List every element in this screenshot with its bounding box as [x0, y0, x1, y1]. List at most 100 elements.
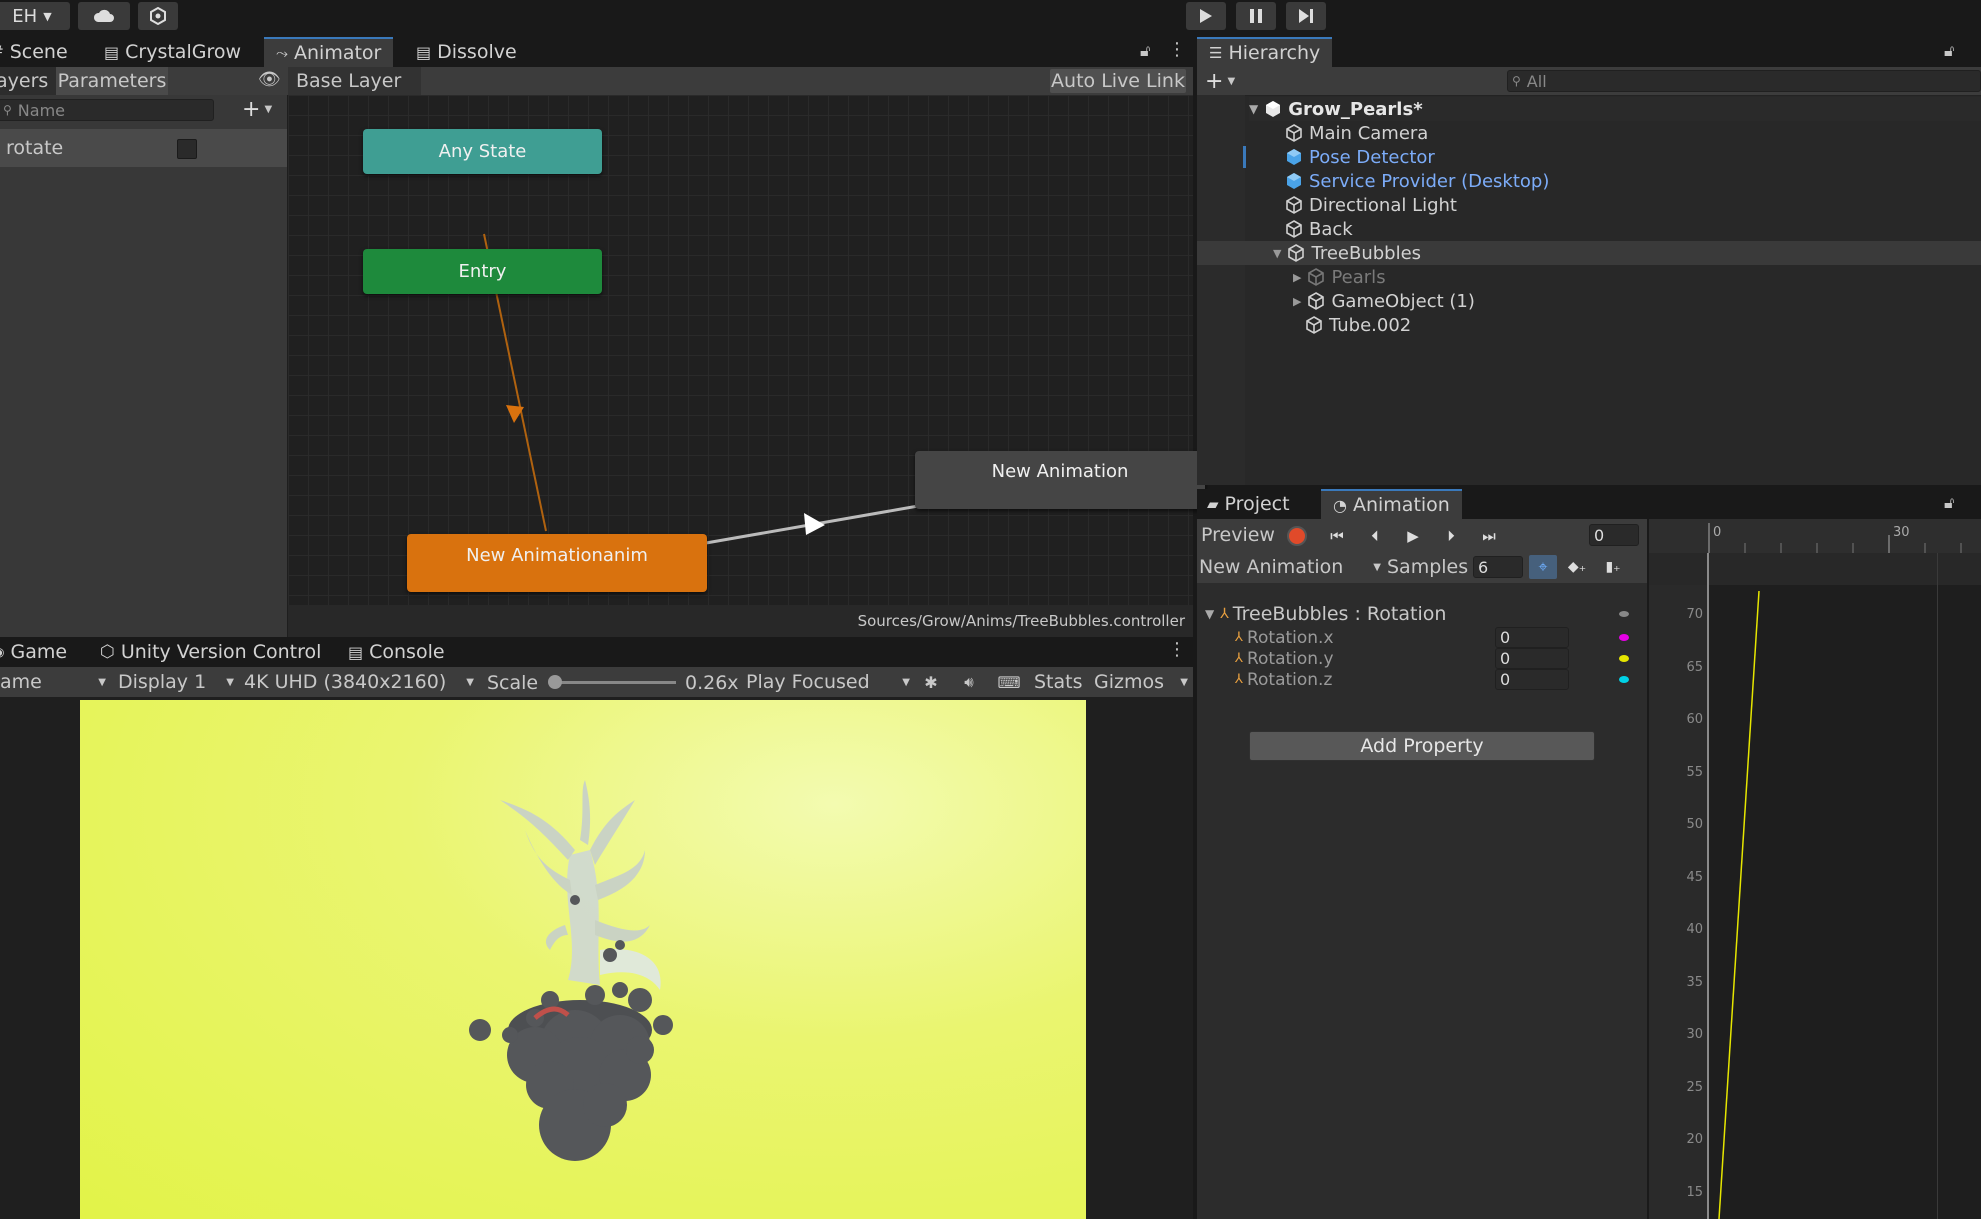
keyboard-shortcuts-button[interactable]: ⌨	[994, 670, 1024, 694]
speaker-icon: 🔊︎	[964, 673, 974, 691]
clip-dropdown[interactable]: New Animation ▼	[1199, 555, 1381, 579]
list-icon: ☰	[1209, 44, 1223, 62]
property-row[interactable]: ⅄ Rotation.z 0	[1197, 669, 1647, 690]
parameter-search-input[interactable]: ⚲ Name	[0, 99, 214, 121]
hierarchy-item[interactable]: Directional Light	[1197, 193, 1981, 217]
add-property-button[interactable]: Add Property	[1249, 731, 1595, 761]
create-button[interactable]: + ▼	[1205, 67, 1235, 95]
auto-live-link-button[interactable]: Auto Live Link	[1050, 69, 1186, 93]
property-group-row[interactable]: ▼ ⅄ TreeBubbles : Rotation	[1197, 601, 1647, 627]
preview-toggle[interactable]: Preview	[1201, 523, 1275, 547]
tab-version-control[interactable]: ⬡ Unity Version Control	[100, 637, 321, 667]
first-keyframe-button[interactable]: ⏮	[1323, 524, 1351, 548]
hierarchy-item-label: Tube.002	[1329, 314, 1412, 336]
hierarchy-item[interactable]: ▶ Pearls	[1197, 265, 1981, 289]
game-viewport[interactable]	[80, 700, 1086, 1219]
lock-icon[interactable]: 🔓︎	[1944, 493, 1954, 513]
property-value: 0	[1500, 670, 1511, 689]
parameter-row[interactable]: rotate	[0, 129, 287, 167]
play-icon: ▶	[1407, 527, 1419, 545]
parameters-tab[interactable]: Parameters	[56, 67, 168, 95]
property-value-input[interactable]: 0	[1495, 627, 1569, 648]
expand-arrow-icon[interactable]: ▼	[1273, 247, 1281, 260]
property-row[interactable]: ⅄ Rotation.y 0	[1197, 648, 1647, 669]
add-event-icon: ▮₊	[1605, 559, 1621, 575]
tab-console[interactable]: ▤ Console	[348, 637, 445, 667]
property-value-input[interactable]: 0	[1495, 648, 1569, 669]
hierarchy-search-input[interactable]: ⚲ All	[1507, 70, 1981, 92]
any-state-node[interactable]: Any State	[363, 129, 602, 174]
tab-crystalgrow[interactable]: ▤ CrystalGrow	[104, 37, 241, 67]
frame-input[interactable]: 0	[1589, 524, 1639, 546]
add-keyframe-button[interactable]: ◆₊	[1563, 555, 1591, 579]
play-animation-button[interactable]: ▶	[1399, 524, 1427, 548]
layers-tab-label: ayers	[0, 70, 49, 92]
tab-animator[interactable]: ⤳ Animator	[264, 37, 394, 67]
chevron-down-icon: ▼	[1180, 676, 1188, 688]
hierarchy-item[interactable]: Main Camera	[1197, 121, 1981, 145]
debug-button[interactable]: ✱	[916, 670, 946, 694]
lock-icon[interactable]: 🔓︎	[1140, 41, 1150, 61]
play-focus-dropdown[interactable]: Play Focused ▼	[746, 670, 910, 694]
pause-button[interactable]	[1236, 2, 1276, 30]
step-forward-icon: ⏵	[1447, 527, 1455, 545]
game-mode-dropdown[interactable]: ame ▼	[0, 670, 106, 694]
resolution-dropdown[interactable]: 4K UHD (3840x2160) ▼	[244, 670, 474, 694]
lock-icon[interactable]: 🔓︎	[1944, 41, 1954, 61]
layers-tab[interactable]: ayers	[0, 67, 57, 95]
state-node[interactable]: New Animation	[915, 451, 1205, 509]
entry-node[interactable]: Entry	[363, 249, 602, 294]
property-row[interactable]: ⅄ Rotation.x 0	[1197, 627, 1647, 648]
curve-editor[interactable]: 0 30 70 65 60 55 50 45 40 35 30 25 20 15	[1647, 519, 1981, 1219]
samples-input[interactable]: 6	[1473, 556, 1523, 578]
hierarchy-tabbar: ☰ Hierarchy 🔓︎	[1197, 37, 1981, 67]
hierarchy-item[interactable]: Tube.002	[1197, 313, 1981, 337]
tab-label: Unity Version Control	[120, 641, 322, 663]
tab-scene[interactable]: # Scene	[0, 37, 68, 67]
property-label: Rotation.x	[1246, 627, 1334, 648]
prev-keyframe-button[interactable]: ⏴	[1361, 524, 1389, 548]
last-keyframe-button[interactable]: ⏭	[1475, 524, 1503, 548]
parameter-checkbox[interactable]	[177, 139, 197, 159]
tab-project[interactable]: ▰ Project	[1207, 489, 1290, 519]
step-button[interactable]	[1286, 2, 1326, 30]
scale-slider-track[interactable]	[550, 681, 676, 684]
next-keyframe-button[interactable]: ⏵	[1437, 524, 1465, 548]
collapse-arrow-icon[interactable]: ▶	[1293, 271, 1301, 284]
scene-icon	[1266, 101, 1281, 117]
scale-slider-handle[interactable]	[548, 675, 562, 689]
tab-label: Animator	[294, 42, 382, 64]
record-button[interactable]	[1285, 524, 1309, 548]
tab-animation[interactable]: ◔ Animation	[1321, 489, 1462, 519]
hierarchy-item[interactable]: Pose Detector	[1197, 145, 1981, 169]
eye-icon[interactable]: 👁︎	[258, 69, 281, 90]
snap-button[interactable]: ⌖	[1529, 555, 1557, 579]
scene-row[interactable]: ▼ Grow_Pearls*	[1249, 97, 1981, 121]
stats-button[interactable]: Stats	[1034, 670, 1083, 694]
collapse-arrow-icon[interactable]: ▶	[1293, 295, 1301, 308]
cloud-button[interactable]	[78, 2, 130, 30]
hierarchy-item[interactable]: Service Provider (Desktop)	[1197, 169, 1981, 193]
collab-button[interactable]	[138, 2, 178, 30]
hierarchy-item[interactable]: ▼ TreeBubbles	[1197, 241, 1981, 265]
more-options-icon[interactable]: ⋮	[1168, 639, 1186, 660]
resolution-label: 4K UHD (3840x2160)	[244, 671, 447, 693]
breadcrumb[interactable]: Base Layer	[288, 67, 422, 95]
samples-label-wrap: Samples	[1387, 555, 1468, 579]
hierarchy-item[interactable]: ▶ GameObject (1)	[1197, 289, 1981, 313]
more-options-icon[interactable]: ⋮	[1168, 39, 1186, 60]
animator-graph[interactable]: Any State Entry New Animationanim New An…	[288, 95, 1205, 605]
tab-game[interactable]: ◉ Game	[0, 637, 67, 667]
account-dropdown[interactable]: EH ▼	[0, 2, 70, 30]
tab-hierarchy[interactable]: ☰ Hierarchy	[1197, 37, 1333, 67]
display-dropdown[interactable]: Display 1 ▼	[118, 670, 234, 694]
gizmos-dropdown[interactable]: Gizmos ▼	[1094, 670, 1188, 694]
default-state-node[interactable]: New Animationanim	[407, 534, 707, 592]
play-button[interactable]	[1186, 2, 1226, 30]
property-value-input[interactable]: 0	[1495, 669, 1569, 690]
hierarchy-item[interactable]: Back	[1197, 217, 1981, 241]
add-event-button[interactable]: ▮₊	[1599, 555, 1627, 579]
tab-dissolve[interactable]: ▤ Dissolve	[416, 37, 517, 67]
mute-audio-button[interactable]: 🔊︎	[954, 670, 984, 694]
add-parameter-button[interactable]: + ▼	[242, 97, 272, 122]
